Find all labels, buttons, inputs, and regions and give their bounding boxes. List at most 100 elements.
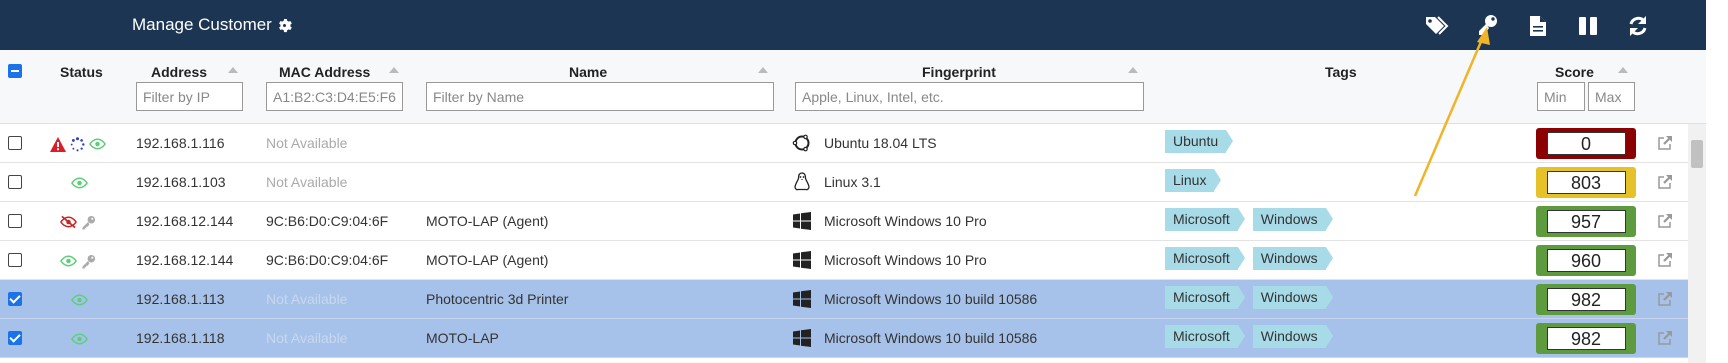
- cell-address: 192.168.1.118: [136, 330, 225, 346]
- row-checkbox[interactable]: [8, 253, 22, 267]
- filter-fingerprint-input[interactable]: [795, 82, 1144, 111]
- filter-score-min-input[interactable]: [1537, 82, 1585, 111]
- score-value: 982: [1546, 288, 1626, 311]
- cell-tags: Microsoft Windows: [1165, 286, 1333, 309]
- pause-columns-icon[interactable]: [1574, 12, 1602, 40]
- cell-fingerprint: Microsoft Windows 10 build 10586: [824, 291, 1038, 307]
- score-value: 982: [1546, 327, 1626, 350]
- windows-icon: [792, 289, 812, 309]
- table-row[interactable]: 192.168.12.144 9C:B6:D0:C9:04:6F MOTO-LA…: [0, 202, 1706, 241]
- refresh-icon[interactable]: [1624, 12, 1652, 40]
- sort-score-icon[interactable]: [1618, 67, 1628, 73]
- cell-name: Photocentric 3d Printer: [426, 291, 569, 307]
- sort-address-icon[interactable]: [228, 67, 238, 73]
- cell-mac: Not Available: [266, 330, 348, 346]
- tag-chip[interactable]: Microsoft: [1165, 247, 1245, 270]
- row-checkbox[interactable]: [8, 214, 22, 228]
- status-icons: [70, 331, 88, 347]
- tag-chip[interactable]: Microsoft: [1165, 286, 1245, 309]
- column-header-tags: Tags: [1325, 64, 1357, 80]
- scrollbar-thumb[interactable]: [1691, 140, 1703, 168]
- cell-address: 192.168.12.144: [136, 252, 234, 268]
- warning-icon: [49, 136, 66, 152]
- cell-name: MOTO-LAP (Agent): [426, 252, 549, 268]
- eye-icon: [88, 138, 106, 150]
- row-checkbox[interactable]: [8, 292, 22, 306]
- document-icon[interactable]: [1524, 12, 1552, 40]
- table-row[interactable]: 192.168.1.116 Not Available Ubuntu 18.04…: [0, 124, 1706, 163]
- eye-icon: [70, 177, 88, 189]
- column-header-fingerprint[interactable]: Fingerprint: [922, 64, 996, 80]
- cell-fingerprint: Ubuntu 18.04 LTS: [824, 135, 937, 151]
- page-title-text: Manage Customer: [132, 15, 272, 34]
- page-title: Manage Customer: [132, 15, 292, 35]
- sort-fingerprint-icon[interactable]: [1128, 67, 1138, 73]
- key-icon[interactable]: [1474, 12, 1502, 40]
- sort-mac-icon[interactable]: [389, 67, 399, 73]
- tag-chip[interactable]: Windows: [1252, 208, 1333, 231]
- eye-slash-icon: [60, 215, 77, 229]
- table-row[interactable]: 192.168.1.103 Not Available Linux 3.1 Li…: [0, 163, 1706, 202]
- external-link-icon[interactable]: [1657, 174, 1673, 190]
- column-header-mac[interactable]: MAC Address: [279, 64, 370, 80]
- tags-icon[interactable]: [1424, 12, 1452, 40]
- external-link-icon[interactable]: [1657, 213, 1673, 229]
- tag-chip[interactable]: Linux: [1165, 169, 1223, 192]
- select-all-checkbox[interactable]: [8, 64, 22, 78]
- external-link-icon[interactable]: [1657, 291, 1673, 307]
- eye-icon: [70, 294, 88, 306]
- cell-name: MOTO-LAP (Agent): [426, 213, 549, 229]
- page-margin: [1706, 0, 1728, 363]
- key-icon: [81, 215, 96, 230]
- score-value: 0: [1546, 132, 1626, 155]
- row-checkbox[interactable]: [8, 331, 22, 345]
- filter-mac-input[interactable]: [266, 82, 403, 111]
- external-link-icon[interactable]: [1657, 330, 1673, 346]
- filter-score-max-input[interactable]: [1588, 82, 1635, 111]
- external-link-icon[interactable]: [1657, 252, 1673, 268]
- tag-chip[interactable]: Microsoft: [1165, 208, 1245, 231]
- tag-chip[interactable]: Microsoft: [1165, 325, 1245, 348]
- cell-address: 192.168.12.144: [136, 213, 234, 229]
- tag-chip[interactable]: Ubuntu: [1165, 130, 1234, 153]
- column-header-score[interactable]: Score: [1555, 64, 1594, 80]
- cell-mac: 9C:B6:D0:C9:04:6F: [266, 252, 389, 268]
- table-row[interactable]: 192.168.1.118 Not Available MOTO-LAP Mic…: [0, 319, 1706, 358]
- cell-mac: Not Available: [266, 135, 348, 151]
- cell-tags: Microsoft Windows: [1165, 325, 1333, 348]
- cell-tags: Microsoft Windows: [1165, 208, 1333, 231]
- top-bar: Manage Customer: [0, 0, 1706, 50]
- tag-chip[interactable]: Windows: [1252, 325, 1333, 348]
- score-badge: 982: [1536, 284, 1636, 315]
- cell-fingerprint: Microsoft Windows 10 Pro: [824, 252, 987, 268]
- filter-ip-input[interactable]: [136, 82, 243, 111]
- table-row[interactable]: 192.168.12.144 9C:B6:D0:C9:04:6F MOTO-LA…: [0, 241, 1706, 280]
- column-header-address[interactable]: Address: [151, 64, 207, 80]
- cell-address: 192.168.1.113: [136, 291, 225, 307]
- gear-icon[interactable]: [277, 18, 292, 33]
- score-value: 960: [1546, 249, 1626, 272]
- row-checkbox[interactable]: [8, 175, 22, 189]
- column-header-status[interactable]: Status: [60, 64, 103, 80]
- cell-mac: Not Available: [266, 174, 348, 190]
- vertical-scrollbar[interactable]: [1688, 124, 1706, 363]
- cell-tags: Ubuntu: [1165, 130, 1234, 153]
- column-header-name[interactable]: Name: [569, 64, 607, 80]
- cell-fingerprint: Linux 3.1: [824, 174, 881, 190]
- spinner-icon: [70, 136, 85, 152]
- table-row[interactable]: 192.168.1.113 Not Available Photocentric…: [0, 280, 1706, 319]
- external-link-icon[interactable]: [1657, 135, 1673, 151]
- sort-name-icon[interactable]: [758, 67, 768, 73]
- cell-mac: Not Available: [266, 291, 348, 307]
- app: Manage Customer Status Address MAC Addre…: [0, 0, 1728, 363]
- eye-icon: [70, 333, 88, 345]
- linux-icon: [792, 172, 812, 192]
- tag-chip[interactable]: Windows: [1252, 247, 1333, 270]
- tag-chip[interactable]: Windows: [1252, 286, 1333, 309]
- filter-name-input[interactable]: [426, 82, 774, 111]
- key-icon: [81, 254, 96, 269]
- cell-address: 192.168.1.116: [136, 135, 225, 151]
- table-header: Status Address MAC Address Name Fingerpr…: [0, 50, 1706, 124]
- score-badge: 0: [1536, 128, 1636, 159]
- row-checkbox[interactable]: [8, 136, 22, 150]
